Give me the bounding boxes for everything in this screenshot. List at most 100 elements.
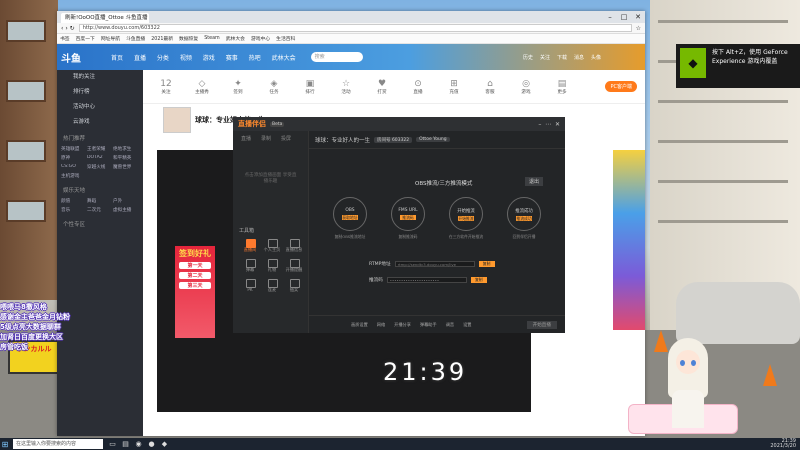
download-icon[interactable]: 下载 bbox=[557, 54, 567, 61]
stream-key-field[interactable]: •••••••••••••••••••••• bbox=[386, 277, 467, 283]
tool-homepage[interactable]: 个人主页 bbox=[261, 238, 283, 258]
network-button[interactable]: 网络 bbox=[377, 322, 385, 328]
quick-item[interactable]: ⊞ 充值 bbox=[441, 79, 467, 95]
follow-icon[interactable]: 关注 bbox=[540, 54, 550, 61]
nav-item[interactable]: 分类 bbox=[157, 55, 169, 62]
sidebar-category[interactable]: 和平精英 bbox=[113, 155, 139, 164]
nav-item[interactable]: 热吧 bbox=[249, 55, 261, 62]
tab-live[interactable]: 直播 bbox=[241, 135, 251, 142]
refresh-icon[interactable]: ↻ bbox=[70, 25, 75, 32]
explorer-icon[interactable]: ▤ bbox=[120, 439, 131, 449]
quick-item[interactable]: ◎ 游戏 bbox=[513, 79, 539, 95]
nav-item[interactable]: 直播 bbox=[134, 55, 146, 62]
tool-live-info[interactable]: 直播信息 bbox=[283, 238, 305, 258]
bookmark-item[interactable]: 网址导航 bbox=[101, 35, 120, 42]
bookmark-item[interactable]: 生活百科 bbox=[276, 35, 295, 42]
quick-item[interactable]: ⌂ 客服 bbox=[477, 79, 503, 95]
checkin-ad-banner[interactable]: 签到好礼 第一天 第二天 第三天 bbox=[175, 246, 215, 338]
bookmark-item[interactable]: 书签 bbox=[60, 35, 70, 42]
minimize-icon[interactable]: – bbox=[538, 121, 541, 128]
message-icon[interactable]: 消息 bbox=[574, 54, 584, 61]
close-icon[interactable]: ✕ bbox=[631, 11, 645, 23]
sidebar-category[interactable]: CS:GO bbox=[61, 164, 87, 173]
start-live-button[interactable]: 开始直播 bbox=[526, 320, 557, 329]
pc-client-button[interactable]: PC客户端 bbox=[605, 81, 637, 92]
quick-item[interactable]: ✦ 签到 bbox=[225, 79, 251, 95]
bookmark-item[interactable]: Steam bbox=[204, 36, 220, 41]
sidebar-category[interactable]: 二次元 bbox=[87, 207, 113, 216]
bookmark-item[interactable]: 2021最新 bbox=[151, 35, 173, 42]
tab-record[interactable]: 录制 bbox=[261, 135, 271, 142]
sidebar-category[interactable]: 魔兽世界 bbox=[113, 164, 139, 173]
step-button[interactable]: 推流成功 bbox=[516, 215, 532, 221]
companion-icon[interactable]: ◆ bbox=[159, 439, 170, 449]
quick-item[interactable]: ◇ 主播秀 bbox=[189, 79, 215, 95]
taskbar-search-input[interactable]: 在这里输入你要搜索的内容 bbox=[13, 439, 103, 449]
share-button[interactable]: 开播分享 bbox=[394, 322, 411, 328]
browser-tab[interactable]: 刷新!OoOO直播_Ottoe 斗鱼直播 bbox=[61, 13, 149, 23]
tool-live-room[interactable]: 直播间 bbox=[239, 238, 261, 258]
maximize-icon[interactable]: □ bbox=[617, 11, 631, 23]
step-button[interactable]: 开始推流 bbox=[458, 215, 474, 221]
forward-icon[interactable]: › bbox=[65, 25, 67, 32]
quick-item[interactable]: ◈ 任务 bbox=[261, 79, 287, 95]
add-scene-hint[interactable]: 点击添加直播画面 享受直播乐趣 bbox=[243, 172, 298, 184]
history-icon[interactable]: 历史 bbox=[523, 54, 533, 61]
bookmark-item[interactable]: 武林大会 bbox=[226, 35, 245, 42]
streamer-avatar[interactable] bbox=[163, 107, 191, 133]
sidebar-category[interactable]: 原神 bbox=[61, 155, 87, 164]
sidebar-category[interactable]: 绝地求生 bbox=[113, 146, 139, 155]
minimize-icon[interactable]: – bbox=[603, 11, 617, 23]
sidebar-category[interactable]: DOTA2 bbox=[87, 155, 113, 164]
room-tag[interactable]: Ottoe Young bbox=[416, 137, 450, 142]
quick-item[interactable]: ♥ 打赏 bbox=[369, 79, 395, 95]
right-promo-banner[interactable] bbox=[613, 150, 645, 330]
bookmark-item[interactable]: 斗鱼直播 bbox=[126, 35, 145, 42]
windows-start-icon[interactable]: ⊞ bbox=[0, 438, 10, 450]
url-input[interactable]: http://www.douyu.com/603322 bbox=[78, 24, 632, 32]
sidebar-category[interactable]: 颜值 bbox=[61, 198, 87, 207]
tool-danmu[interactable]: 弹幕 bbox=[239, 258, 261, 278]
tool-lottery[interactable]: 抽奖 bbox=[283, 278, 305, 298]
tab-cast[interactable]: 投屏 bbox=[281, 135, 291, 142]
sidebar-category[interactable]: 户外 bbox=[113, 198, 139, 207]
sidebar-category[interactable]: 英雄联盟 bbox=[61, 146, 87, 155]
quick-item[interactable]: ▣ 排行 bbox=[297, 79, 323, 95]
share-icon[interactable]: ⋯ bbox=[545, 121, 551, 128]
nav-item[interactable]: 首页 bbox=[111, 55, 123, 62]
bookmark-item[interactable]: 游戏中心 bbox=[251, 35, 270, 42]
sidebar-category[interactable]: 舞蹈 bbox=[87, 198, 113, 207]
douyu-logo[interactable]: 斗鱼 bbox=[61, 50, 111, 65]
settings-button[interactable]: 设置 bbox=[463, 322, 471, 328]
danmu-assistant-button[interactable]: 弹幕助手 bbox=[420, 322, 437, 328]
nav-item[interactable]: 视频 bbox=[180, 55, 192, 62]
star-icon[interactable]: ☆ bbox=[636, 25, 641, 32]
bookmark-item[interactable]: 数据恢复 bbox=[179, 35, 198, 42]
quick-item[interactable]: 12 关注 bbox=[153, 79, 179, 95]
quality-button[interactable]: 画质设置 bbox=[351, 322, 368, 328]
sidebar-category[interactable]: 主机游戏 bbox=[61, 173, 87, 182]
task-view-icon[interactable]: ▭ bbox=[107, 439, 118, 449]
audio-button[interactable]: 调音 bbox=[446, 322, 454, 328]
rtmp-field[interactable]: rtmp://sendtc3.douyu.com/live bbox=[394, 261, 475, 267]
obs-icon[interactable]: ● bbox=[146, 439, 157, 449]
tool-pk[interactable]: PK bbox=[239, 278, 261, 298]
sidebar-category[interactable]: 虚拟主播 bbox=[113, 207, 139, 216]
sidebar-category[interactable]: 音乐 bbox=[61, 207, 87, 216]
quick-item[interactable]: ⊙ 直播 bbox=[405, 79, 431, 95]
quick-item[interactable]: ▤ 更多 bbox=[549, 79, 575, 95]
tool-reminder[interactable]: 开播提醒 bbox=[283, 258, 305, 278]
copy-key-button[interactable]: 复制 bbox=[470, 277, 487, 283]
back-icon[interactable]: ‹ bbox=[61, 25, 63, 32]
copy-rtmp-button[interactable]: 复制 bbox=[478, 261, 495, 267]
sidebar-item-follow[interactable]: 我的关注 bbox=[57, 70, 143, 85]
geforce-overlay-toast[interactable]: ◆ 按下 Alt+Z，使用 GeForce Experience 游戏内覆盖 bbox=[676, 44, 800, 88]
site-search-input[interactable]: 搜索 bbox=[310, 52, 363, 62]
sidebar-category[interactable]: 穿越火线 bbox=[87, 164, 113, 173]
sidebar-item-rank[interactable]: 排行榜 bbox=[57, 85, 143, 100]
bookmark-item[interactable]: 百度一下 bbox=[76, 35, 95, 42]
quick-item[interactable]: ☆ 活动 bbox=[333, 79, 359, 95]
system-clock[interactable]: 21:39 2021/3/20 bbox=[770, 439, 800, 449]
exit-mode-button[interactable]: 退出 bbox=[525, 177, 544, 186]
browser-icon[interactable]: ◉ bbox=[133, 439, 144, 449]
